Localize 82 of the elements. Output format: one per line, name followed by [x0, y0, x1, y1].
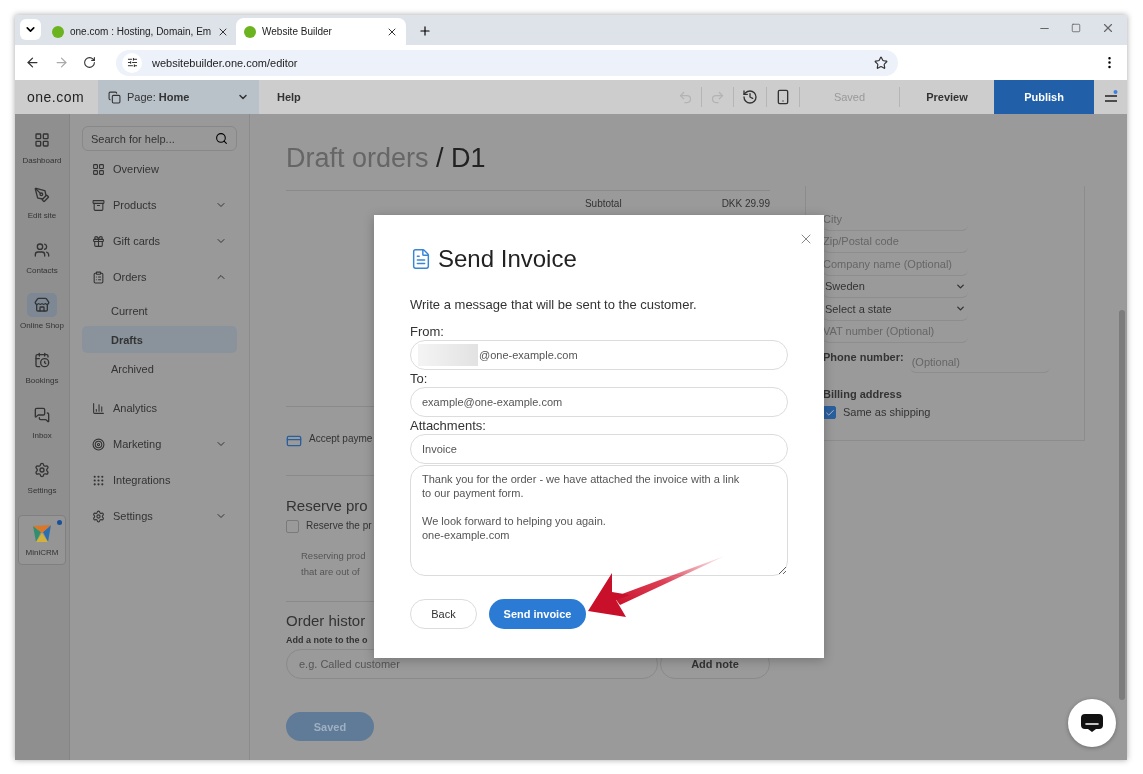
browser-tab[interactable]: one.com : Hosting, Domain, Em	[44, 18, 236, 45]
help-text: Reserving prod	[301, 550, 366, 561]
nav-item[interactable]: Orders	[82, 259, 237, 295]
dialog-title: Send Invoice	[438, 245, 577, 273]
target-icon	[92, 437, 105, 451]
nav-item[interactable]: Gift cards	[82, 223, 237, 259]
card-icon	[286, 433, 302, 449]
maximize-icon[interactable]	[1071, 23, 1081, 33]
chat-button[interactable]	[1068, 699, 1116, 747]
field-label: Attachments:	[410, 418, 487, 433]
payment-label: Accept payme	[309, 433, 373, 444]
settings-icon	[92, 509, 105, 523]
checkbox-label: Same as shipping	[843, 406, 931, 418]
rail-item[interactable]: Edit site	[27, 183, 57, 238]
page-selector[interactable]: Page: Home	[98, 80, 259, 114]
nav-subitem[interactable]: Archived	[82, 355, 237, 382]
grid-icon	[92, 162, 105, 176]
dialog-description: Write a message that will be sent to the customer.	[410, 297, 698, 312]
page-title: / D1	[436, 143, 486, 173]
to-field[interactable]: example@one-example.com	[410, 387, 788, 417]
subtotal-value: DKK 29.99	[721, 198, 770, 209]
box-icon	[92, 198, 105, 212]
nav-subitem[interactable]: Drafts	[82, 326, 237, 353]
field-label: From:	[410, 324, 445, 339]
reload-icon[interactable]	[83, 56, 96, 69]
search-field[interactable]: Search for help...	[82, 126, 237, 151]
check-icon	[824, 407, 835, 418]
nav-item[interactable]: Integrations	[82, 462, 237, 498]
back-button[interactable]: Back	[410, 599, 477, 629]
rail-item[interactable]: Contacts	[26, 238, 58, 293]
subtotal-label: Subtotal	[584, 198, 622, 209]
pages-icon	[108, 90, 121, 104]
preview-button[interactable]: Preview	[900, 90, 994, 104]
favicon-icon	[244, 25, 256, 38]
scrollbar-thumb[interactable]	[1119, 310, 1125, 700]
nav-subitem[interactable]: Current	[82, 297, 237, 324]
nav-item[interactable]: Overview	[82, 151, 237, 187]
section-heading: Order histor	[286, 612, 366, 629]
help-text: that are out of	[301, 566, 360, 577]
minicrm-card[interactable]: MiniCRM	[18, 515, 66, 565]
rail-item[interactable]: Bookings	[25, 348, 59, 403]
redacted-block	[418, 344, 478, 366]
star-logo-icon	[32, 523, 52, 544]
nav-item[interactable]: Settings	[82, 498, 237, 534]
field-label: Phone number:	[823, 351, 904, 363]
help-link[interactable]: Help	[277, 91, 301, 103]
invoice-document-icon	[410, 248, 432, 270]
rail-item[interactable]: Online Shop	[20, 293, 64, 348]
rail-item[interactable]: Settings	[27, 458, 57, 513]
address-bar[interactable]: websitebuilder.one.com/editor	[116, 49, 898, 76]
section-heading: Billing address	[823, 388, 902, 400]
phone-icon[interactable]	[775, 89, 791, 105]
site-info-icon[interactable]	[122, 52, 142, 73]
section-heading: Reserve pro	[286, 497, 368, 514]
star-icon[interactable]	[874, 55, 888, 70]
rail-item[interactable]: Dashboard	[22, 128, 62, 183]
speech-bubble-icon	[1080, 713, 1104, 733]
rail-label: MiniCRM	[25, 547, 59, 557]
field-label: Add a note to the o	[286, 635, 368, 645]
gift-icon	[92, 234, 105, 248]
browser-tab[interactable]: Website Builder	[236, 18, 406, 45]
rail-item[interactable]: Inbox	[27, 403, 57, 458]
nav-item[interactable]: Analytics	[82, 390, 237, 426]
back-icon[interactable]	[25, 55, 40, 70]
history-icon[interactable]	[742, 89, 758, 105]
send-invoice-button[interactable]: Send invoice	[489, 599, 586, 629]
publish-button[interactable]: Publish	[994, 80, 1094, 114]
field-label: To:	[410, 371, 429, 386]
nav-item[interactable]: Marketing	[82, 426, 237, 462]
new-tab-icon[interactable]	[418, 24, 432, 38]
attachment-field[interactable]: Invoice	[410, 434, 788, 464]
favicon-icon	[52, 25, 64, 38]
message-field[interactable]: Thank you for the order - we have attached the invoice with a link to our payment form. We look forward to helping you again. one-example.com	[410, 465, 788, 576]
checkbox-label: Reserve the pr	[306, 520, 372, 531]
tab-list-button[interactable]	[20, 19, 41, 40]
bar-chart-icon	[92, 401, 105, 415]
checkbox[interactable]	[286, 520, 299, 533]
logo: one.com	[26, 89, 86, 105]
nav-item[interactable]: Products	[82, 187, 237, 223]
dots-grid-icon	[92, 473, 105, 487]
search-icon	[215, 132, 228, 145]
clipboard-icon	[92, 270, 105, 284]
